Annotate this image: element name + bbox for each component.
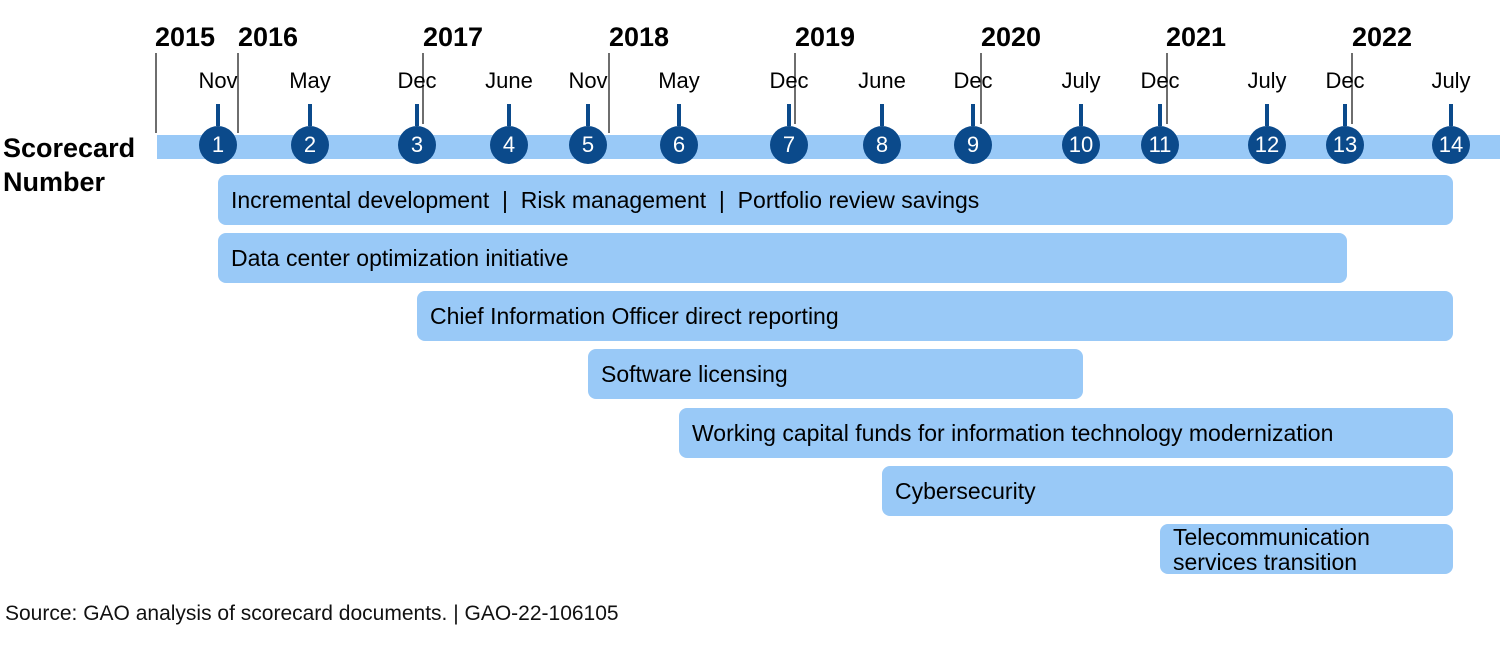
axis-label: Scorecard Number	[3, 131, 135, 199]
axis-label-line-1: Scorecard	[3, 133, 136, 163]
year-label: 2015	[155, 22, 216, 52]
scorecard-tick	[1343, 104, 1347, 126]
scorecard-marker: 6	[660, 126, 698, 164]
year-label: 2018	[609, 22, 670, 52]
scorecard-tick	[1079, 104, 1083, 126]
year-divider	[155, 53, 157, 133]
month-label: Nov	[568, 68, 608, 93]
year-label: 2021	[1166, 22, 1227, 52]
scorecard-marker: 2	[291, 126, 329, 164]
year-label: 2017	[423, 22, 484, 52]
scorecard-marker: 8	[863, 126, 901, 164]
category-bar: Cybersecurity	[882, 466, 1453, 516]
scorecard-marker: 1	[199, 126, 237, 164]
category-label: Chief Information Officer direct reporti…	[430, 303, 839, 329]
scorecard-marker: 13	[1326, 126, 1364, 164]
scorecard-tick	[415, 104, 419, 126]
category-label-line: services transition	[1173, 549, 1358, 575]
scorecard-tick	[880, 104, 884, 126]
month-label: Dec	[953, 68, 993, 93]
month-label: May	[289, 68, 331, 93]
month-label: Nov	[198, 68, 238, 93]
category-label: Incremental development | Risk managemen…	[231, 187, 980, 213]
month-label: July	[1247, 68, 1287, 93]
scorecard-tick	[507, 104, 511, 126]
category-label: Cybersecurity	[895, 478, 1036, 504]
month-label: July	[1061, 68, 1101, 93]
scorecard-marker: 10	[1062, 126, 1100, 164]
month-label: Dec	[769, 68, 809, 93]
scorecard-tick	[216, 104, 220, 126]
month-label: July	[1431, 68, 1471, 93]
year-label: 2016	[238, 22, 299, 52]
scorecard-tick	[308, 104, 312, 126]
year-divider	[608, 53, 610, 133]
category-label: Working capital funds for information te…	[692, 420, 1334, 446]
category-label: Software licensing	[601, 361, 788, 387]
month-label: June	[858, 68, 906, 93]
month-label: June	[485, 68, 533, 93]
category-bar: Chief Information Officer direct reporti…	[417, 291, 1453, 341]
scorecard-tick	[787, 104, 791, 126]
category-label: Data center optimization initiative	[231, 245, 569, 271]
month-label: Dec	[1325, 68, 1365, 93]
month-label: Dec	[1140, 68, 1180, 93]
scorecard-tick	[1265, 104, 1269, 126]
month-label: May	[658, 68, 700, 93]
source-note: Source: GAO analysis of scorecard docume…	[5, 602, 619, 625]
year-label: 2019	[795, 22, 856, 52]
scorecard-marker: 7	[770, 126, 808, 164]
year-label: 2022	[1352, 22, 1413, 52]
category-label-line: Telecommunication	[1173, 524, 1370, 550]
category-bar: Software licensing	[588, 349, 1083, 399]
category-bar: Working capital funds for information te…	[679, 408, 1453, 458]
scorecard-marker: 4	[490, 126, 528, 164]
scorecard-marker: 12	[1248, 126, 1286, 164]
scorecard-marker: 9	[954, 126, 992, 164]
scorecard-tick	[1449, 104, 1453, 126]
scorecard-tick	[586, 104, 590, 126]
scorecard-marker: 11	[1141, 126, 1179, 164]
scorecard-marker: 5	[569, 126, 607, 164]
scorecard-marker: 14	[1432, 126, 1470, 164]
category-bar: Data center optimization initiative	[218, 233, 1347, 283]
scorecard-tick	[971, 104, 975, 126]
timeline-band	[157, 135, 1500, 159]
month-label: Dec	[397, 68, 437, 93]
scorecard-tick	[677, 104, 681, 126]
scorecard-marker: 3	[398, 126, 436, 164]
axis-label-line-2: Number	[3, 167, 106, 197]
category-bar: Telecommunication services transition	[1160, 524, 1453, 575]
scorecard-tick	[1158, 104, 1162, 126]
year-label: 2020	[981, 22, 1042, 52]
category-bar: Incremental development | Risk managemen…	[218, 175, 1453, 225]
